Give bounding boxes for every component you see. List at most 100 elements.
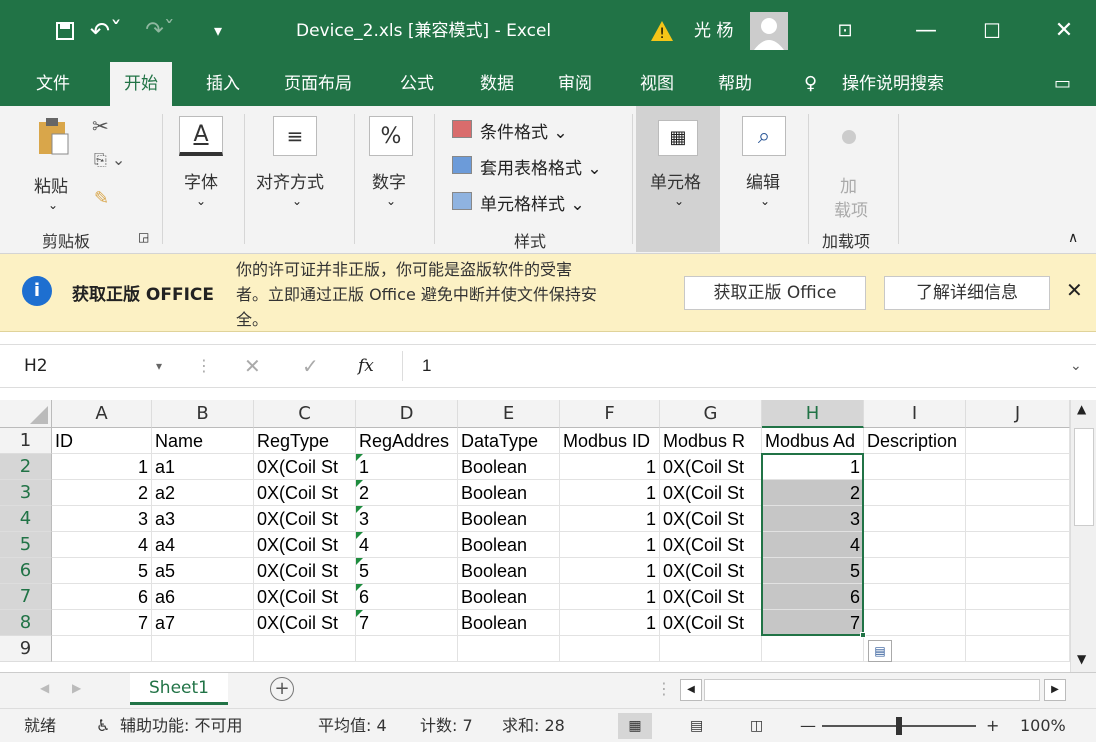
table-cell[interactable]: Boolean xyxy=(458,584,560,610)
undo-icon[interactable]: ↶ˇ xyxy=(86,0,126,62)
avatar[interactable] xyxy=(750,12,788,50)
column-header[interactable]: I xyxy=(864,400,966,428)
table-cell[interactable]: 5 xyxy=(356,558,458,584)
formula-input[interactable]: 1 xyxy=(422,345,431,387)
error-indicator-icon[interactable] xyxy=(356,584,363,591)
expand-formula-icon[interactable]: ⌄ xyxy=(1070,345,1082,387)
table-cell[interactable]: 7 xyxy=(356,610,458,636)
table-cell[interactable]: Description xyxy=(864,428,966,454)
vertical-scrollbar[interactable]: ▲ ▼ xyxy=(1070,400,1096,672)
editing-label[interactable]: 编辑 xyxy=(746,168,780,193)
table-cell[interactable]: 1 xyxy=(356,454,458,480)
table-cell[interactable]: a2 xyxy=(152,480,254,506)
table-cell[interactable] xyxy=(966,506,1070,532)
table-cell[interactable]: 0X(Coil St xyxy=(254,480,356,506)
table-cell[interactable]: a4 xyxy=(152,532,254,558)
zoom-out-icon[interactable]: — xyxy=(800,709,816,743)
table-cell[interactable]: 0X(Coil St xyxy=(660,558,762,584)
cells-label[interactable]: 单元格 xyxy=(650,168,701,193)
table-cell[interactable]: 1 xyxy=(560,532,660,558)
table-cell[interactable] xyxy=(864,532,966,558)
ribbon-display-icon[interactable]: ⊡ xyxy=(830,0,860,62)
sheet-tab-sheet1[interactable]: Sheet1 xyxy=(130,673,228,705)
table-cell[interactable]: 1 xyxy=(560,610,660,636)
column-header[interactable]: J xyxy=(966,400,1070,428)
quick-analysis-icon[interactable]: ▤ xyxy=(868,640,892,662)
cut-icon[interactable]: ✂ xyxy=(92,114,109,138)
tell-me-search[interactable]: 操作说明搜索 xyxy=(842,62,944,106)
table-cell[interactable]: Name xyxy=(152,428,254,454)
table-cell[interactable] xyxy=(864,584,966,610)
error-indicator-icon[interactable] xyxy=(356,610,363,617)
table-cell[interactable]: RegAddres xyxy=(356,428,458,454)
next-sheet-icon[interactable]: ▶ xyxy=(72,681,81,695)
scroll-down-icon[interactable]: ▼ xyxy=(1077,652,1086,666)
table-cell[interactable]: 2 xyxy=(52,480,152,506)
table-cell[interactable]: 1 xyxy=(560,506,660,532)
table-cell[interactable]: Modbus R xyxy=(660,428,762,454)
tab-data[interactable]: 数据 xyxy=(480,62,514,106)
tab-split-handle[interactable]: ⋮ xyxy=(656,679,672,698)
table-cell[interactable]: a7 xyxy=(152,610,254,636)
copy-icon[interactable]: ⎘ ⌄ xyxy=(94,150,125,170)
conditional-format-button[interactable]: 条件格式 ⌄ xyxy=(480,118,568,143)
paste-label[interactable]: 粘贴 xyxy=(34,172,68,197)
table-cell[interactable]: 7 xyxy=(52,610,152,636)
table-cell[interactable]: 4 xyxy=(356,532,458,558)
select-all-corner[interactable] xyxy=(0,400,52,428)
prev-sheet-icon[interactable]: ◀ xyxy=(40,681,49,695)
table-cell[interactable] xyxy=(152,636,254,662)
table-cell[interactable]: Boolean xyxy=(458,558,560,584)
font-label[interactable]: 字体 xyxy=(184,168,218,193)
tab-home[interactable]: 开始 xyxy=(110,62,172,106)
status-accessibility[interactable]: 辅助功能: 不可用 xyxy=(120,709,242,743)
row-header[interactable]: 5 xyxy=(0,532,52,558)
hscroll-left-icon[interactable]: ◀ xyxy=(680,679,702,701)
paste-dropdown-icon[interactable]: ⌄ xyxy=(48,198,58,212)
scroll-thumb[interactable] xyxy=(1074,428,1094,526)
alignment-label[interactable]: 对齐方式 xyxy=(256,168,324,193)
spreadsheet-grid[interactable]: A B C D E F G H I J 1 2 3 4 5 6 7 8 9 ID Name RegType RegAddre… xyxy=(0,400,1070,672)
table-cell[interactable]: 0X(Coil St xyxy=(660,584,762,610)
table-cell[interactable] xyxy=(560,636,660,662)
table-cell[interactable] xyxy=(864,558,966,584)
table-cell[interactable]: 3 xyxy=(52,506,152,532)
tab-file[interactable]: 文件 xyxy=(36,62,70,106)
table-cell[interactable]: Boolean xyxy=(458,480,560,506)
table-cell[interactable]: a6 xyxy=(152,584,254,610)
fill-handle[interactable] xyxy=(860,632,866,638)
table-cell[interactable] xyxy=(458,636,560,662)
row-header[interactable]: 8 xyxy=(0,610,52,636)
table-cell[interactable] xyxy=(864,480,966,506)
tab-formulas[interactable]: 公式 xyxy=(400,62,434,106)
table-cell[interactable] xyxy=(966,480,1070,506)
table-cell[interactable] xyxy=(966,428,1070,454)
error-indicator-icon[interactable] xyxy=(356,532,363,539)
zoom-level[interactable]: 100% xyxy=(1020,709,1066,743)
table-cell[interactable]: 4 xyxy=(52,532,152,558)
add-sheet-icon[interactable]: + xyxy=(270,677,294,701)
error-indicator-icon[interactable] xyxy=(356,454,363,461)
column-header[interactable]: E xyxy=(458,400,560,428)
table-cell[interactable]: 1 xyxy=(560,558,660,584)
notice-close-icon[interactable]: ✕ xyxy=(1066,278,1083,302)
page-break-view-icon[interactable]: ◫ xyxy=(750,709,763,743)
column-header[interactable]: H xyxy=(762,400,864,428)
clipboard-launcher-icon[interactable]: ◲ xyxy=(138,230,149,244)
table-cell[interactable]: 0X(Coil St xyxy=(254,506,356,532)
column-header[interactable]: B xyxy=(152,400,254,428)
collapse-ribbon-icon[interactable]: ∧ xyxy=(1068,230,1078,246)
table-cell[interactable]: 1 xyxy=(560,454,660,480)
table-cell[interactable]: Boolean xyxy=(458,454,560,480)
table-cell[interactable]: 0X(Coil St xyxy=(254,558,356,584)
font-button[interactable]: A xyxy=(178,116,224,156)
table-cell[interactable] xyxy=(356,636,458,662)
row-header[interactable]: 6 xyxy=(0,558,52,584)
table-cell[interactable]: a3 xyxy=(152,506,254,532)
scroll-up-icon[interactable]: ▲ xyxy=(1077,402,1086,416)
table-cell[interactable] xyxy=(762,636,864,662)
table-cell[interactable] xyxy=(52,636,152,662)
customize-qat-icon[interactable]: ▾ xyxy=(206,0,230,62)
column-header[interactable]: D xyxy=(356,400,458,428)
table-cell[interactable]: 0X(Coil St xyxy=(660,506,762,532)
